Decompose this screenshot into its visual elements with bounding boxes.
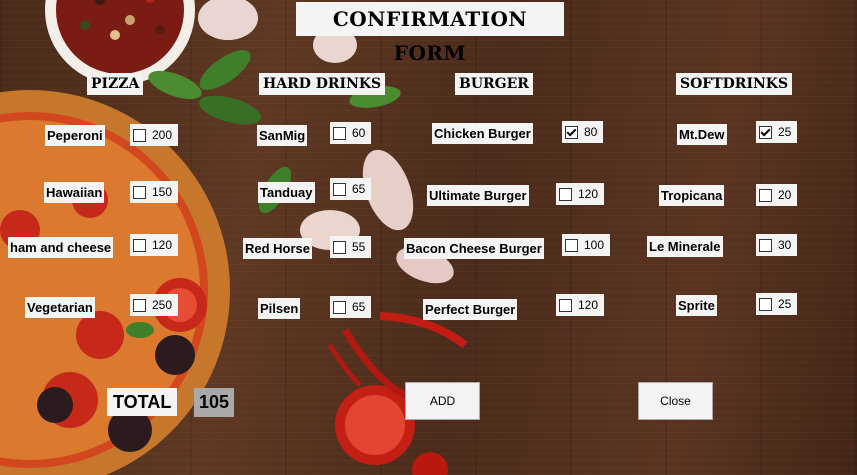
category-hard-drinks-heading: HARD DRINKS bbox=[259, 73, 386, 95]
checkbox-box[interactable] bbox=[333, 182, 346, 196]
price-label: 80 bbox=[584, 125, 598, 139]
close-button[interactable]: Close bbox=[638, 382, 713, 420]
add-button[interactable]: ADD bbox=[405, 382, 480, 420]
checkbox-box[interactable] bbox=[759, 297, 772, 311]
softdrink-sprite-checkbox[interactable]: 25 bbox=[756, 293, 798, 315]
hard-drink-item-label: Red Horse bbox=[243, 238, 313, 259]
checkbox-box[interactable] bbox=[133, 298, 146, 312]
checkbox-box[interactable] bbox=[759, 188, 772, 202]
price-label: 65 bbox=[352, 300, 366, 314]
checkbox-box[interactable] bbox=[133, 185, 146, 199]
pizza-ham-and-cheese-checkbox[interactable]: 120 bbox=[130, 234, 179, 256]
softdrink-mtdew-checkbox[interactable]: 25 bbox=[756, 121, 798, 143]
checkbox-box[interactable] bbox=[133, 128, 146, 142]
checkbox-box[interactable] bbox=[333, 300, 346, 314]
price-label: 30 bbox=[778, 238, 792, 252]
price-label: 25 bbox=[778, 297, 792, 311]
pizza-item-label: Peperoni bbox=[45, 125, 105, 146]
softdrink-le-minerale-checkbox[interactable]: 30 bbox=[756, 234, 798, 256]
pizza-peperoni-checkbox[interactable]: 200 bbox=[130, 124, 179, 146]
category-softdrinks-heading: SOFTDRINKS bbox=[676, 73, 793, 95]
softdrink-item-label: Sprite bbox=[676, 295, 717, 316]
checkbox-box[interactable] bbox=[333, 240, 346, 254]
checkbox-box[interactable] bbox=[333, 126, 346, 140]
burger-item-label: Ultimate Burger bbox=[427, 185, 529, 206]
burger-item-label: Chicken Burger bbox=[432, 123, 533, 144]
price-label: 60 bbox=[352, 126, 366, 140]
pizza-hawaiian-checkbox[interactable]: 150 bbox=[130, 181, 179, 203]
price-label: 65 bbox=[352, 182, 366, 196]
pizza-item-label: Vegetarian bbox=[25, 297, 95, 318]
hard-drink-red-horse-checkbox[interactable]: 55 bbox=[330, 236, 372, 258]
pizza-vegetarian-checkbox[interactable]: 250 bbox=[130, 294, 179, 316]
burger-ultimate-checkbox[interactable]: 120 bbox=[556, 183, 605, 205]
category-burger-heading: BURGER bbox=[455, 73, 533, 95]
hard-drink-tanduay-checkbox[interactable]: 65 bbox=[330, 178, 372, 200]
price-label: 120 bbox=[578, 298, 599, 312]
softdrink-tropicana-checkbox[interactable]: 20 bbox=[756, 184, 798, 206]
checkbox-box[interactable] bbox=[133, 238, 146, 252]
softdrink-item-label: Le Minerale bbox=[647, 236, 723, 257]
checkbox-box[interactable] bbox=[559, 187, 572, 201]
pizza-item-label: ham and cheese bbox=[8, 237, 114, 258]
total-label: TOTAL bbox=[107, 388, 178, 416]
price-label: 120 bbox=[578, 187, 599, 201]
softdrink-item-label: Mt.Dew bbox=[677, 124, 727, 145]
burger-item-label: Perfect Burger bbox=[423, 299, 518, 320]
burger-bacon-cheese-checkbox[interactable]: 100 bbox=[562, 234, 611, 256]
price-label: 100 bbox=[584, 238, 605, 252]
price-label: 250 bbox=[152, 298, 173, 312]
price-label: 200 bbox=[152, 128, 173, 142]
checkbox-box[interactable] bbox=[759, 238, 772, 252]
form-title: CONFIRMATION FORM bbox=[296, 2, 564, 65]
checkbox-box[interactable] bbox=[559, 298, 572, 312]
softdrink-item-label: Tropicana bbox=[659, 185, 725, 206]
price-label: 150 bbox=[152, 185, 173, 199]
total-value: 105 bbox=[194, 388, 234, 417]
price-label: 120 bbox=[152, 238, 173, 252]
price-label: 55 bbox=[352, 240, 366, 254]
hard-drink-item-label: SanMig bbox=[257, 125, 308, 146]
hard-drink-sanmig-checkbox[interactable]: 60 bbox=[330, 122, 372, 144]
price-label: 20 bbox=[778, 188, 792, 202]
hard-drink-pilsen-checkbox[interactable]: 65 bbox=[330, 296, 372, 318]
hard-drink-item-label: Pilsen bbox=[258, 298, 301, 319]
checkbox-box[interactable] bbox=[565, 238, 578, 252]
checkbox-box-checked[interactable] bbox=[759, 125, 772, 139]
category-pizza-heading: PIZZA bbox=[87, 73, 144, 95]
burger-item-label: Bacon Cheese Burger bbox=[404, 238, 544, 259]
burger-perfect-checkbox[interactable]: 120 bbox=[556, 294, 605, 316]
price-label: 25 bbox=[778, 125, 792, 139]
hard-drink-item-label: Tanduay bbox=[258, 182, 315, 203]
burger-chicken-checkbox[interactable]: 80 bbox=[562, 121, 604, 143]
pizza-item-label: Hawaiian bbox=[44, 182, 105, 203]
checkbox-box-checked[interactable] bbox=[565, 125, 578, 139]
